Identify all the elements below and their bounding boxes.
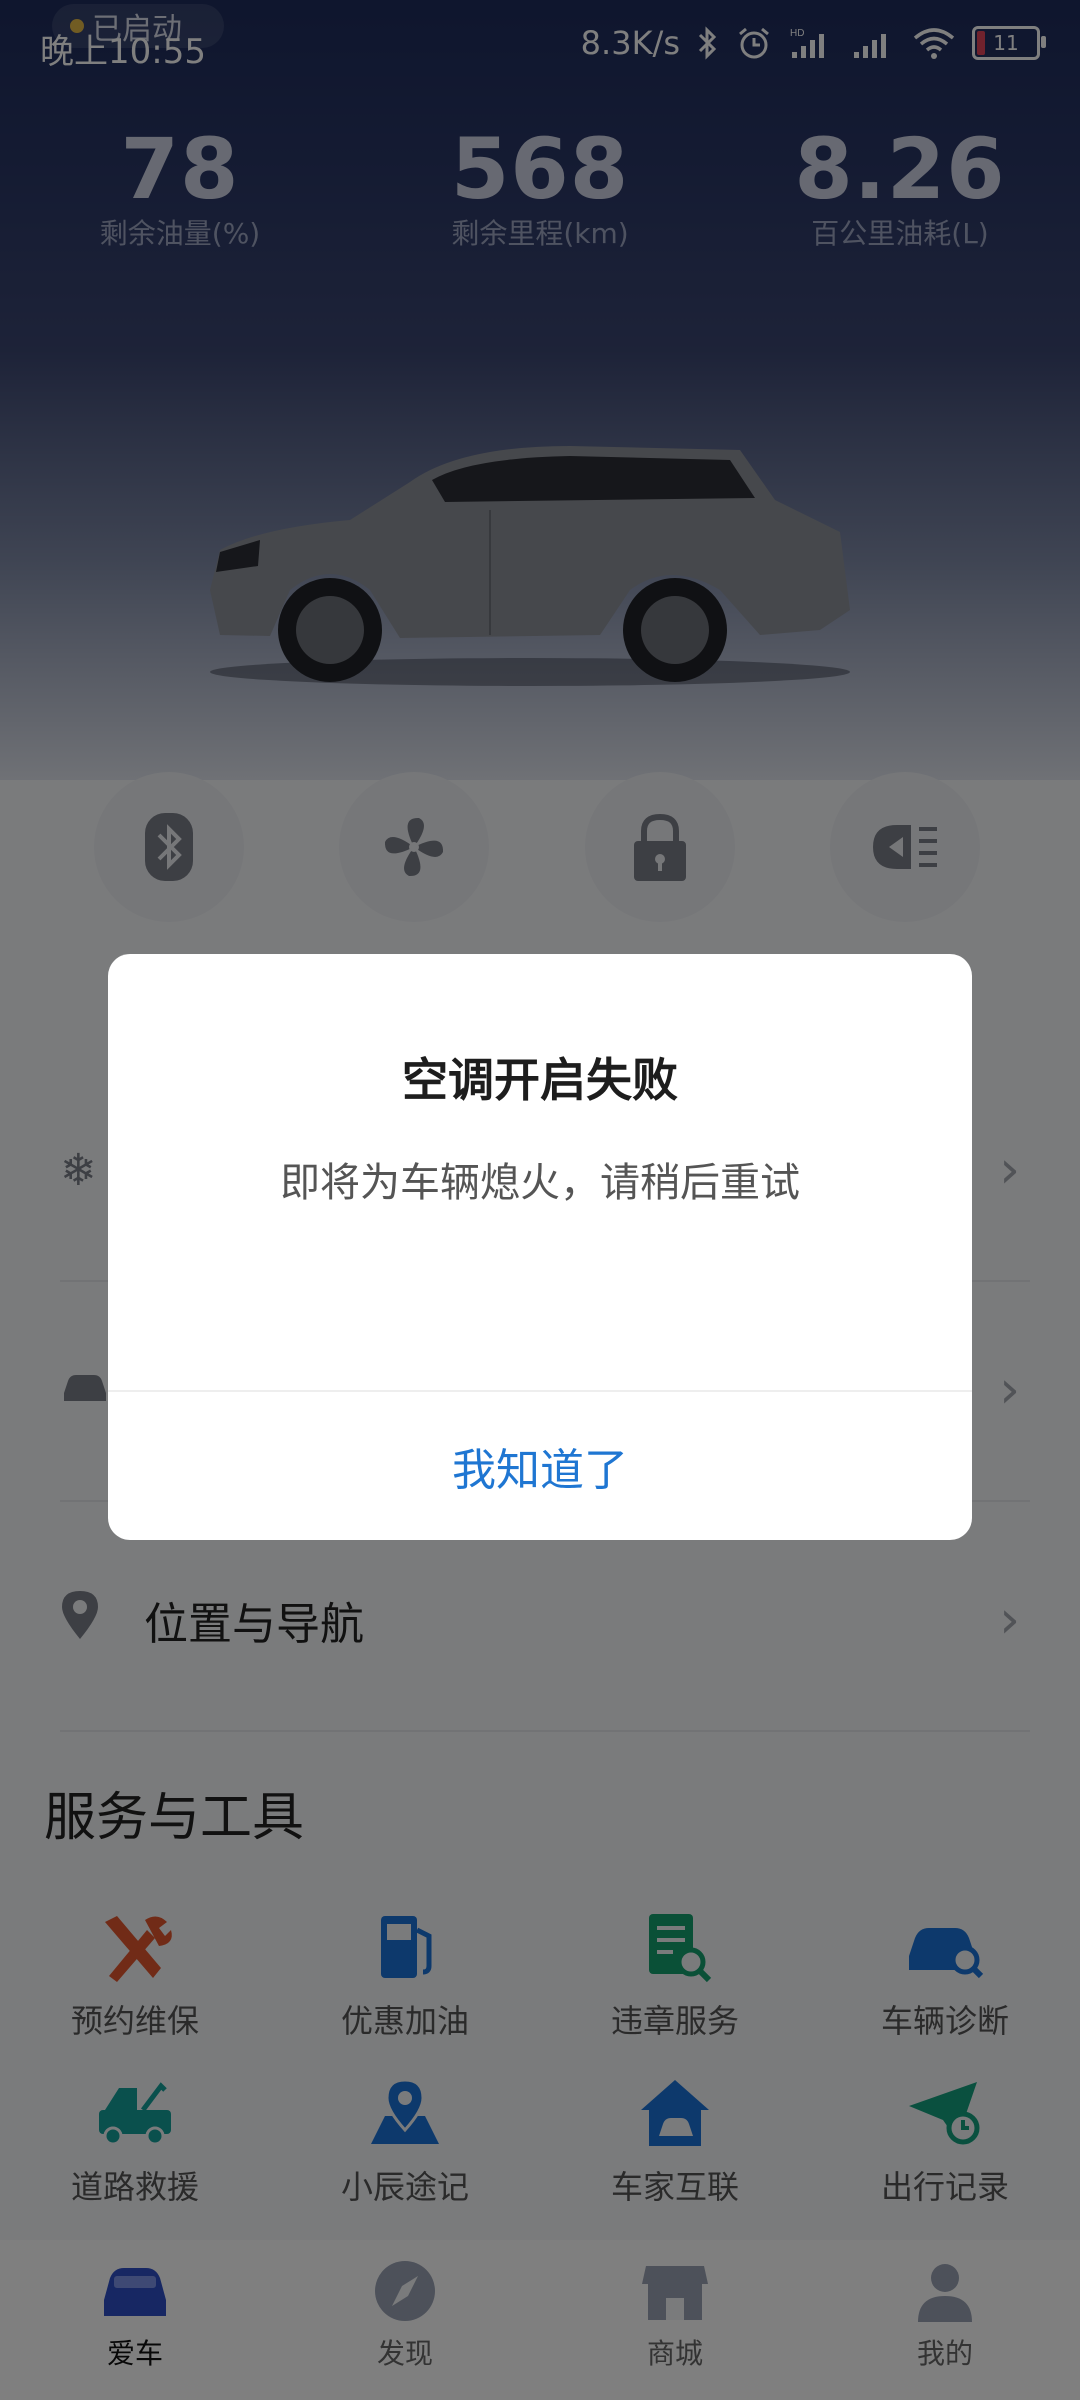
dialog-title: 空调开启失败: [402, 1053, 678, 1107]
dialog-confirm-button[interactable]: 我知道了: [108, 1392, 972, 1540]
alert-dialog: 空调开启失败 即将为车辆熄火，请稍后重试 我知道了: [108, 954, 972, 1540]
dialog-message: 即将为车辆熄火，请稍后重试: [280, 1160, 800, 1206]
